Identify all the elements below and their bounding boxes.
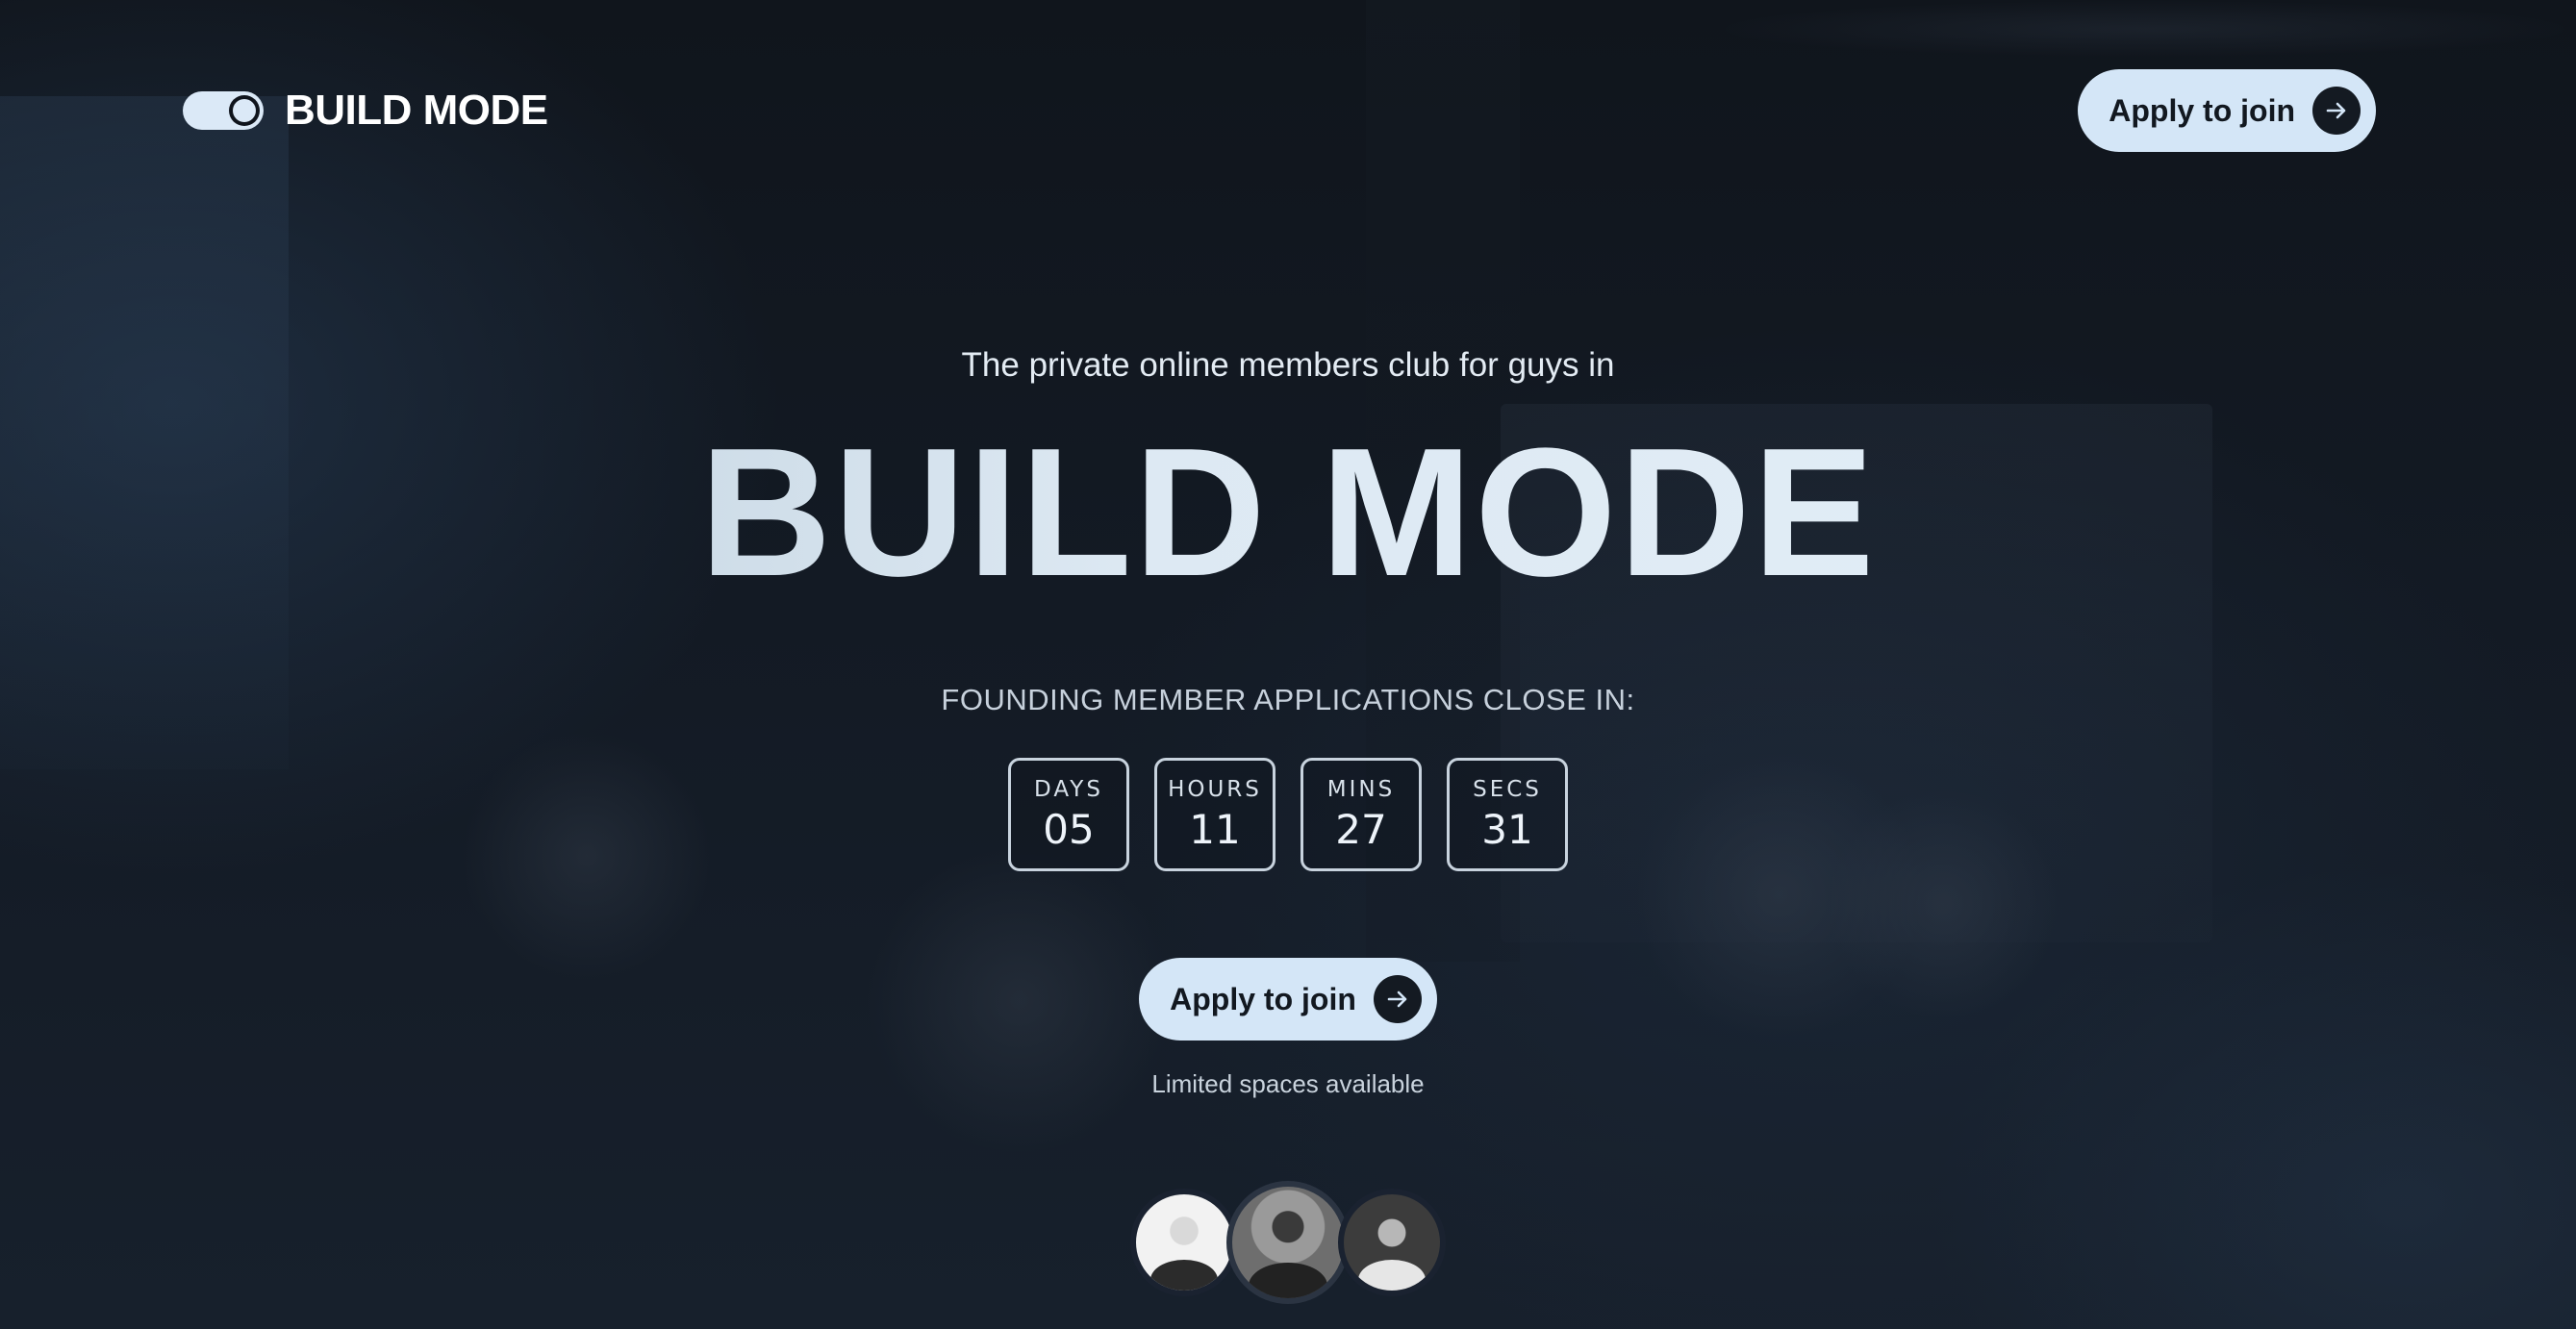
countdown-value: 11 bbox=[1189, 805, 1241, 853]
hero-cta-wrap: Apply to join bbox=[0, 958, 2576, 1041]
background-light bbox=[1712, 0, 2576, 58]
hero-section: The private online members club for guys… bbox=[0, 346, 2576, 1099]
countdown-value: 05 bbox=[1043, 805, 1095, 853]
countdown-hours: HOURS 11 bbox=[1154, 758, 1275, 871]
brand-name: BUILD MODE bbox=[285, 87, 548, 134]
avatar bbox=[1338, 1189, 1446, 1296]
countdown-unit: DAYS bbox=[1034, 776, 1103, 802]
countdown-unit: HOURS bbox=[1168, 776, 1262, 802]
countdown-unit: SECS bbox=[1473, 776, 1542, 802]
hero-tagline: The private online members club for guys… bbox=[961, 346, 1615, 384]
countdown-mins: MINS 27 bbox=[1301, 758, 1422, 871]
apply-button-label: Apply to join bbox=[2109, 92, 2295, 128]
limited-spaces-note: Limited spaces available bbox=[1151, 1069, 1425, 1098]
member-avatars bbox=[0, 1181, 2576, 1304]
toggle-icon bbox=[183, 91, 264, 130]
countdown-value: 31 bbox=[1481, 805, 1533, 853]
avatar bbox=[1226, 1181, 1350, 1304]
arrow-right-icon bbox=[1373, 975, 1422, 1023]
site-header: BUILD MODE Apply to join bbox=[183, 67, 2376, 154]
hero-title: BUILD MODE bbox=[0, 421, 2576, 604]
countdown-days: DAYS 05 bbox=[1008, 758, 1129, 871]
arrow-right-icon bbox=[2312, 87, 2361, 135]
countdown-unit: MINS bbox=[1326, 776, 1396, 802]
countdown-label: FOUNDING MEMBER APPLICATIONS CLOSE IN: bbox=[941, 683, 1635, 716]
apply-button-label: Apply to join bbox=[1170, 981, 1356, 1016]
countdown-value: 27 bbox=[1335, 805, 1387, 853]
avatar bbox=[1130, 1189, 1238, 1296]
landing-page: BUILD MODE Apply to join The private onl… bbox=[0, 0, 2576, 1329]
header-apply-button[interactable]: Apply to join bbox=[2078, 69, 2376, 152]
countdown-timer: DAYS 05 HOURS 11 MINS 27 SECS 31 bbox=[0, 758, 2576, 871]
brand-logo[interactable]: BUILD MODE bbox=[183, 87, 548, 135]
countdown-secs: SECS 31 bbox=[1447, 758, 1568, 871]
hero-apply-button[interactable]: Apply to join bbox=[1139, 958, 1437, 1041]
